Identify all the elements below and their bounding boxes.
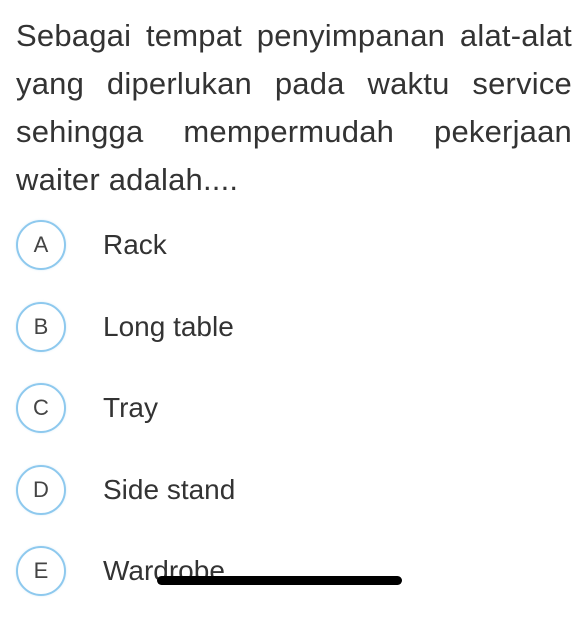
- option-letter-badge: E: [16, 546, 66, 596]
- option-letter-badge: B: [16, 301, 66, 352]
- option-letter-badge: C: [16, 383, 66, 433]
- option-letter-badge: A: [16, 220, 66, 270]
- option-letter-badge: D: [16, 464, 66, 515]
- option-e[interactable]: E Wardrobe: [16, 544, 576, 598]
- answer-options: A Rack B Long table C Tray D Side stand …: [16, 218, 576, 626]
- option-c[interactable]: C Tray: [16, 381, 576, 435]
- option-label: Side stand: [103, 473, 236, 505]
- option-a[interactable]: A Rack: [16, 218, 576, 272]
- option-d[interactable]: D Side stand: [16, 463, 576, 517]
- question-text: Sebagai tempat penyimpanan alat-alat yan…: [16, 18, 572, 197]
- option-label: Long table: [103, 310, 234, 342]
- option-b[interactable]: B Long table: [16, 300, 576, 354]
- option-label: Rack: [103, 229, 167, 260]
- option-label: Tray: [103, 392, 158, 423]
- home-indicator-bar[interactable]: [157, 576, 402, 585]
